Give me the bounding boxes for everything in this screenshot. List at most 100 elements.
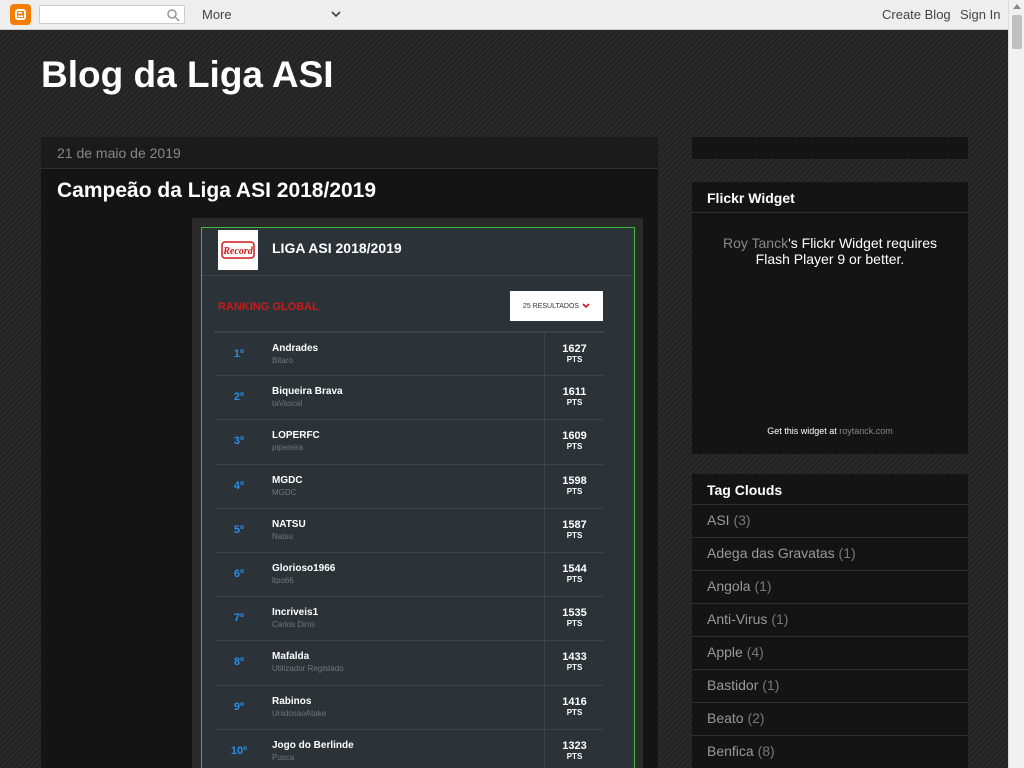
- points-unit: PTS: [566, 398, 583, 408]
- sign-in-link[interactable]: Sign In: [960, 7, 1000, 22]
- sidebar-top-widget: [692, 137, 968, 159]
- points-cell: 1598 PTS: [544, 464, 604, 509]
- tag-link[interactable]: Anti-Virus: [707, 611, 767, 627]
- rank-position: 3º: [233, 435, 245, 448]
- tag-clouds-widget: Tag Clouds ASI (3) Adega das Gravatas (1)…: [692, 474, 968, 768]
- flickr-widget: Flickr Widget Roy Tanck's Flickr Widget …: [692, 182, 968, 454]
- points-value: 1535: [562, 607, 587, 620]
- page-scrollbar[interactable]: [1008, 0, 1024, 768]
- results-select[interactable]: 25 RESULTADOS: [510, 291, 603, 321]
- ranking-row[interactable]: 7º Incriveis1 Carlos Dinis 1535 PTS: [214, 596, 604, 642]
- blogger-navbar: More Create Blog Sign In: [0, 0, 1008, 30]
- points-value: 1598: [562, 474, 587, 487]
- team-name: MGDC: [272, 474, 303, 486]
- chevron-down-icon[interactable]: [330, 8, 342, 20]
- tag-link[interactable]: Apple: [707, 644, 743, 660]
- tag-count: (8): [757, 743, 775, 759]
- ranking-row[interactable]: 9º Rabinos UnidosaoAtake 1416 PTS: [214, 684, 604, 730]
- rank-position: 5º: [233, 523, 245, 536]
- create-blog-link[interactable]: Create Blog: [882, 7, 951, 22]
- tag-link[interactable]: Bastidor: [707, 677, 758, 693]
- main-column: 21 de maio de 2019 Campeão da Liga ASI 2…: [41, 137, 658, 768]
- record-logo: Record: [218, 230, 258, 270]
- flickr-widget-body: Roy Tanck's Flickr Widget requires Flash…: [692, 213, 968, 267]
- rank-position: 2º: [233, 391, 245, 404]
- tag-link[interactable]: Angola: [707, 578, 751, 594]
- ranking-row[interactable]: 1º Andrades Bitaro 1627 PTS: [214, 331, 604, 377]
- tag-count: (1): [762, 677, 780, 693]
- team-name: Andrades: [272, 343, 319, 354]
- team-owner: pipereira: [272, 443, 304, 453]
- tag-item: Bastidor (1): [692, 670, 968, 703]
- tag-link[interactable]: ASI: [707, 512, 730, 528]
- team-name: LOPERFC: [272, 430, 320, 442]
- search-icon[interactable]: [166, 8, 180, 22]
- tag-item: Beato (2): [692, 703, 968, 736]
- blogger-logo-icon[interactable]: [10, 4, 31, 25]
- blog-title[interactable]: Blog da Liga ASI: [41, 54, 334, 96]
- roytanck-link[interactable]: roytanck.com: [839, 426, 893, 436]
- tag-item: Adega das Gravatas (1): [692, 538, 968, 571]
- results-select-label: 25 RESULTADOS: [522, 302, 580, 310]
- post-image[interactable]: Record LIGA ASI 2018/2019 RANKING GLOBAL…: [192, 218, 643, 768]
- rank-position: 7º: [233, 612, 245, 625]
- points-unit: PTS: [566, 355, 583, 364]
- ranking-row[interactable]: 3º LOPERFC pipereira 1609 PTS: [214, 419, 604, 465]
- tag-count: (3): [733, 512, 751, 528]
- tag-count: (1): [771, 611, 789, 627]
- points-value: 1416: [562, 695, 587, 708]
- ranking-row[interactable]: 4º MGDC MGDC 1598 PTS: [214, 463, 604, 509]
- rank-position: 1º: [233, 348, 245, 360]
- tag-item: Benfica (8): [692, 736, 968, 768]
- points-cell: 1609 PTS: [544, 420, 604, 465]
- points-value: 1611: [562, 386, 587, 399]
- roy-tanck-link[interactable]: Roy Tanck: [723, 235, 788, 251]
- team-name: Biqueira Brava: [272, 386, 343, 398]
- team-name: Glorioso1966: [272, 562, 336, 574]
- points-cell: 1323 PTS: [544, 729, 604, 768]
- tag-link[interactable]: Adega das Gravatas: [707, 545, 835, 561]
- tag-link[interactable]: Benfica: [707, 743, 754, 759]
- points-value: 1544: [562, 562, 587, 575]
- scroll-thumb[interactable]: [1012, 15, 1022, 49]
- tag-list: ASI (3) Adega das Gravatas (1) Angola (1) A…: [692, 505, 968, 768]
- search-input[interactable]: [39, 5, 185, 24]
- ranking-row[interactable]: 10º Jogo do Berlinde Pusca 1323 PTS: [214, 728, 604, 768]
- ranking-row[interactable]: 5º NATSU Natsu 1587 PTS: [214, 507, 604, 553]
- card-title: LIGA ASI 2018/2019: [272, 240, 402, 256]
- post-date: 21 de maio de 2019: [41, 137, 658, 169]
- flickr-footer: Get this widget at roytanck.com: [692, 426, 968, 436]
- ranking-row[interactable]: 8º Mafalda Utilizador Registado 1433 PTS: [214, 640, 604, 686]
- flickr-footer-text: Get this widget at: [767, 426, 840, 436]
- team-name: NATSU: [272, 518, 306, 530]
- points-unit: PTS: [566, 707, 583, 717]
- scroll-up-arrow-icon[interactable]: [1013, 4, 1021, 9]
- points-unit: PTS: [566, 751, 583, 761]
- team-name: Rabinos: [272, 695, 312, 707]
- tag-link[interactable]: Beato: [707, 710, 744, 726]
- ranking-row[interactable]: 6º Glorioso1966 ltpo66 1544 PTS: [214, 551, 604, 597]
- team-name: Mafalda: [272, 651, 310, 663]
- team-owner: ltpo66: [272, 575, 294, 585]
- record-logo-mark: Record: [221, 241, 255, 259]
- points-unit: PTS: [566, 530, 583, 540]
- points-value: 1433: [562, 651, 587, 664]
- team-owner: Carlos Dinis: [272, 620, 316, 630]
- post-title[interactable]: Campeão da Liga ASI 2018/2019: [41, 169, 658, 203]
- points-cell: 1535 PTS: [544, 597, 604, 642]
- ranking-row[interactable]: 2º Biqueira Brava taVascal 1611 PTS: [214, 375, 604, 421]
- points-cell: 1587 PTS: [544, 508, 604, 553]
- ranking-label: RANKING GLOBAL: [218, 301, 319, 313]
- points-value: 1587: [562, 518, 587, 531]
- team-owner: Pusca: [272, 752, 295, 762]
- points-unit: PTS: [566, 619, 583, 629]
- rank-position: 8º: [233, 656, 245, 669]
- rank-position: 9º: [233, 700, 245, 713]
- points-value: 1323: [562, 739, 587, 752]
- ranking-card: Record LIGA ASI 2018/2019 RANKING GLOBAL…: [201, 227, 635, 768]
- rank-position: 4º: [233, 479, 245, 492]
- more-dropdown[interactable]: More: [202, 7, 232, 22]
- points-cell: 1627 PTS: [544, 333, 604, 377]
- tag-count: (1): [754, 578, 772, 594]
- team-name: Jogo do Berlinde: [272, 739, 354, 751]
